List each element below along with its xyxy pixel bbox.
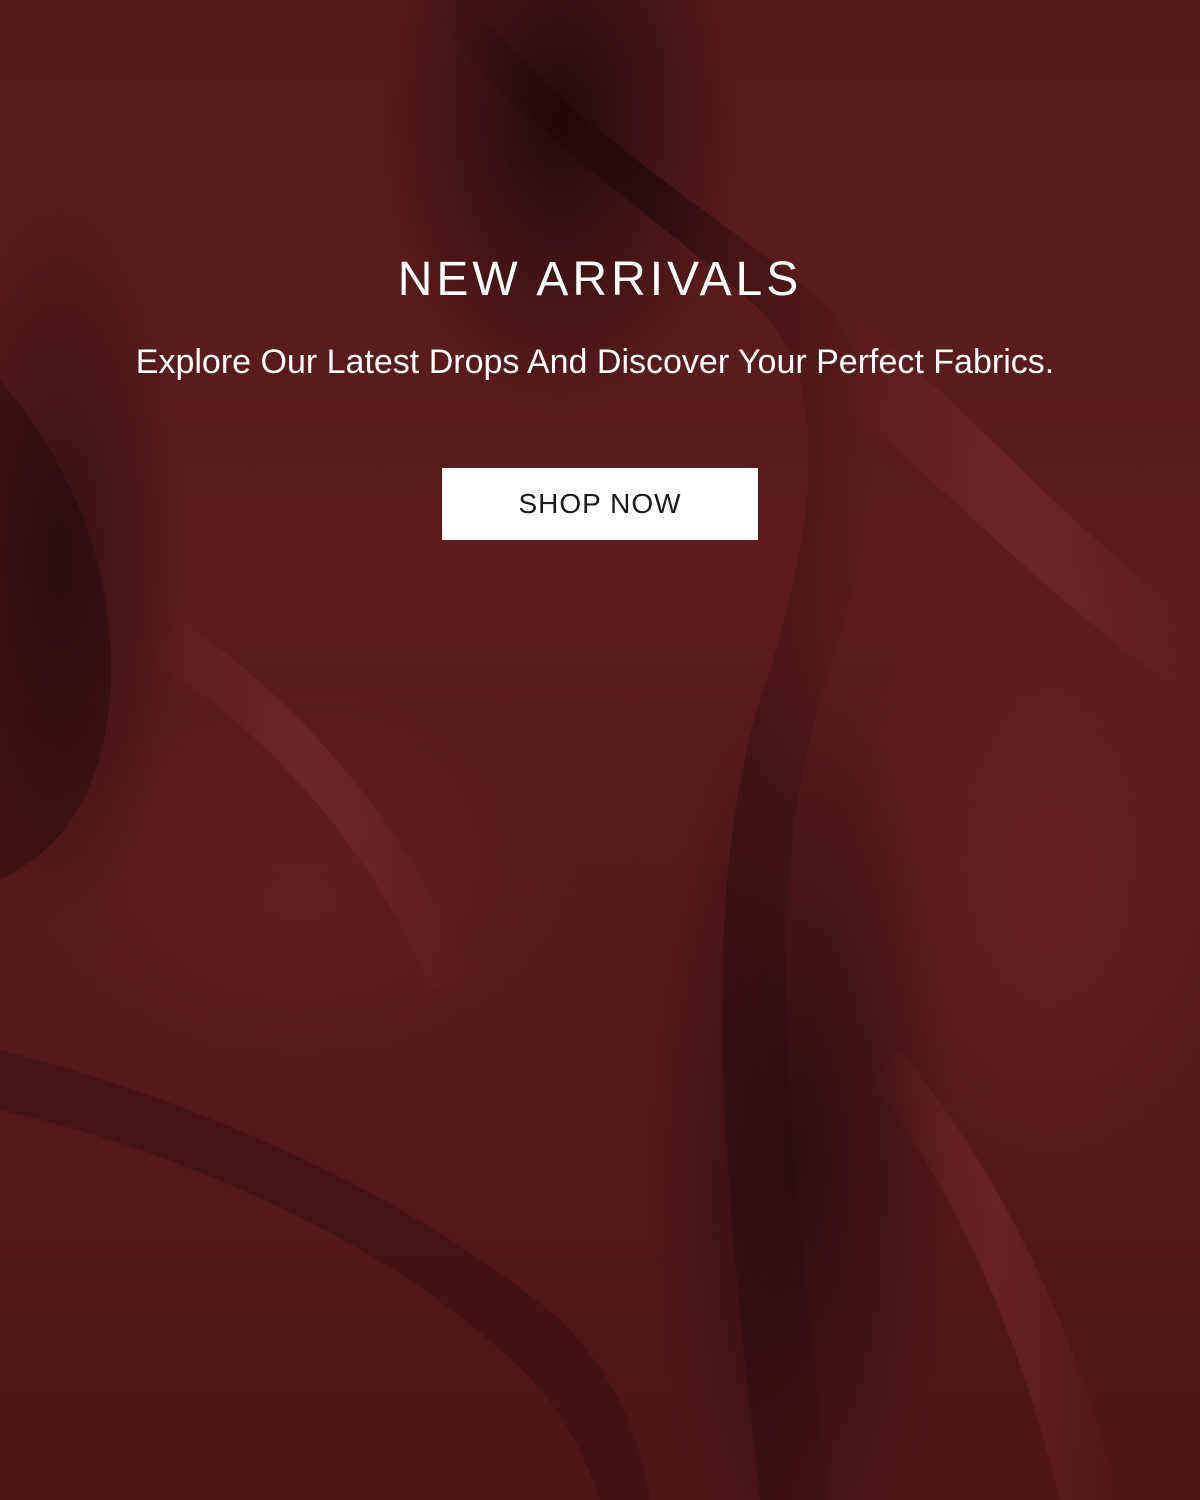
hero-title: NEW ARRIVALS <box>397 253 803 306</box>
fabric-background-image <box>0 0 1200 1500</box>
shop-now-button[interactable]: SHOP NOW <box>442 468 758 540</box>
hero-subtitle: Explore Our Latest Drops And Discover Yo… <box>135 343 1055 381</box>
hero-banner: NEW ARRIVALS Explore Our Latest Drops An… <box>0 0 1200 1500</box>
